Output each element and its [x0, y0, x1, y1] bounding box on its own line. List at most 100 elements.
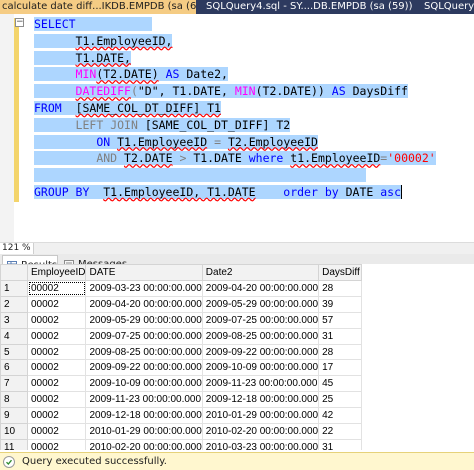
cell-date2[interactable]: 2009-07-25 00:00:00.000: [201, 311, 320, 329]
row-number[interactable]: 7: [0, 375, 28, 393]
tab-sqlquery1[interactable]: SQLQuery1: [414, 0, 474, 14]
code-line-2: T1.EmployeeID,: [34, 33, 474, 50]
code-line-9: AND T2.DATE > T1.DATE where t1.EmployeeI…: [34, 150, 474, 167]
row-number[interactable]: 10: [0, 423, 28, 440]
table-row[interactable]: 8 00002 2009-11-23 00:00:00.000 2009-12-…: [0, 391, 363, 409]
code-line-11: GROUP BY T1.EmployeeID, T1.DATE order by…: [34, 184, 403, 200]
cell-daysdiff[interactable]: 45: [318, 375, 363, 393]
table-row[interactable]: 1 00002 2009-03-23 00:00:00.000 2009-04-…: [0, 280, 363, 297]
column-header-daysdiff[interactable]: DaysDiff: [318, 264, 363, 281]
cell-daysdiff[interactable]: 17: [318, 359, 363, 377]
cell-daysdiff[interactable]: 28: [318, 280, 363, 297]
cell-date[interactable]: 2009-08-25 00:00:00.000: [85, 343, 203, 361]
query-editor[interactable]: − SELECT T1.EmployeeID, T1.DATE, MIN(T2.…: [0, 14, 474, 242]
code-line-8: ON T1.EmployeeID = T2.EmployeeID: [34, 134, 474, 151]
cell-employeeid[interactable]: 00002: [26, 343, 87, 361]
code-line-6: FROM [SAME_COL_DT_DIFF] T1: [34, 100, 221, 115]
cell-date[interactable]: 2010-01-29 00:00:00.000: [85, 423, 203, 440]
cell-date[interactable]: 2009-04-20 00:00:00.000: [85, 295, 203, 313]
column-header-date[interactable]: DATE: [85, 264, 203, 281]
query-status-bar: Query executed successfully.: [0, 452, 474, 470]
row-number[interactable]: 1: [0, 280, 28, 297]
row-number[interactable]: 8: [0, 391, 28, 409]
row-number[interactable]: 4: [0, 327, 28, 345]
success-check-icon: [3, 456, 15, 468]
code-line-3: T1.DATE,: [34, 50, 474, 67]
table-row[interactable]: 9 00002 2009-12-18 00:00:00.000 2010-01-…: [0, 407, 363, 425]
cell-daysdiff[interactable]: 31: [318, 438, 363, 450]
tab-label: SQLQuery4.sql - SY....DB.EMPDB (sa (59))…: [206, 1, 412, 12]
cell-daysdiff[interactable]: 42: [318, 407, 363, 425]
tab-label: calculate date diff...IKDB.EMPDB (sa (60…: [2, 1, 196, 12]
table-row[interactable]: 5 00002 2009-08-25 00:00:00.000 2009-09-…: [0, 343, 363, 361]
cell-date2[interactable]: 2009-05-29 00:00:00.000: [201, 295, 320, 313]
row-number[interactable]: 2: [0, 295, 28, 313]
table-row[interactable]: 3 00002 2009-05-29 00:00:00.000 2009-07-…: [0, 311, 363, 329]
row-number[interactable]: 6: [0, 359, 28, 377]
cell-date2[interactable]: 2009-09-22 00:00:00.000: [201, 343, 320, 361]
row-number[interactable]: 9: [0, 407, 28, 425]
table-row[interactable]: 11 00002 2010-02-20 00:00:00.000 2010-03…: [0, 438, 363, 450]
row-number-header[interactable]: [0, 264, 28, 281]
code-line-1: SELECT: [34, 16, 474, 33]
change-tracking-bar: [14, 18, 19, 202]
results-grid[interactable]: EmployeeID DATE Date2 DaysDiff 1 00002 2…: [0, 264, 474, 450]
cell-daysdiff[interactable]: 28: [318, 343, 363, 361]
table-row[interactable]: 6 00002 2009-09-22 00:00:00.000 2009-10-…: [0, 359, 363, 377]
cell-date2[interactable]: 2009-04-20 00:00:00.000: [201, 280, 320, 297]
code-line-5: DATEDIFF("D", T1.DATE, MIN(T2.DATE)) AS …: [34, 83, 474, 100]
zoom-level-dropdown[interactable]: 121 %: [0, 243, 34, 254]
row-number[interactable]: 11: [0, 438, 28, 450]
cell-daysdiff[interactable]: 31: [318, 327, 363, 345]
cell-date[interactable]: 2009-12-18 00:00:00.000: [85, 407, 203, 425]
table-row[interactable]: 7 00002 2009-10-09 00:00:00.000 2009-11-…: [0, 375, 363, 393]
cell-employeeid[interactable]: 00002: [26, 423, 87, 440]
cell-date[interactable]: 2009-10-09 00:00:00.000: [85, 375, 203, 393]
cell-employeeid[interactable]: 00002: [26, 311, 87, 329]
document-tab-bar: calculate date diff...IKDB.EMPDB (sa (60…: [0, 0, 474, 14]
tab-calculate-date-diff[interactable]: calculate date diff...IKDB.EMPDB (sa (60…: [0, 0, 196, 14]
table-row[interactable]: 10 00002 2010-01-29 00:00:00.000 2010-02…: [0, 423, 363, 440]
row-number[interactable]: 3: [0, 311, 28, 329]
column-header-employeeid[interactable]: EmployeeID: [26, 264, 87, 281]
cell-daysdiff[interactable]: 25: [318, 391, 363, 409]
cell-date2[interactable]: 2010-03-23 00:00:00.000: [201, 438, 320, 450]
status-message: Query executed successfully.: [22, 456, 167, 467]
cell-date2[interactable]: 2009-12-18 00:00:00.000: [201, 391, 320, 409]
table-row[interactable]: 2 00002 2009-04-20 00:00:00.000 2009-05-…: [0, 295, 363, 313]
results-table: EmployeeID DATE Date2 DaysDiff 1 00002 2…: [0, 264, 363, 450]
cell-date[interactable]: 2009-09-22 00:00:00.000: [85, 359, 203, 377]
editor-horizontal-scrollbar[interactable]: 121 %: [0, 242, 474, 254]
code-line-4: MIN(T2.DATE) AS Date2,: [34, 66, 474, 83]
cell-employeeid[interactable]: 00002: [26, 295, 87, 313]
cell-daysdiff[interactable]: 22: [318, 423, 363, 440]
cell-date[interactable]: 2009-03-23 00:00:00.000: [85, 280, 203, 297]
code-line-7: LEFT JOIN [SAME_COL_DT_DIFF] T2: [34, 117, 474, 134]
cell-employeeid[interactable]: 00002: [26, 375, 87, 393]
cell-date2[interactable]: 2010-01-29 00:00:00.000: [201, 407, 320, 425]
table-row[interactable]: 4 00002 2009-07-25 00:00:00.000 2009-08-…: [0, 327, 363, 345]
sql-code[interactable]: SELECT T1.EmployeeID, T1.DATE, MIN(T2.DA…: [34, 16, 474, 201]
tab-sqlquery4[interactable]: SQLQuery4.sql - SY....DB.EMPDB (sa (59))…: [198, 0, 412, 14]
cell-employeeid[interactable]: 00002: [26, 280, 87, 297]
table-header-row: EmployeeID DATE Date2 DaysDiff: [0, 264, 363, 281]
column-header-date2[interactable]: Date2: [201, 264, 320, 281]
cell-daysdiff[interactable]: 39: [318, 295, 363, 313]
code-line-10: [34, 167, 474, 184]
cell-date[interactable]: 2009-05-29 00:00:00.000: [85, 311, 203, 329]
cell-date[interactable]: 2010-02-20 00:00:00.000: [85, 438, 203, 450]
cell-employeeid[interactable]: 00002: [26, 438, 87, 450]
collapse-toggle-icon[interactable]: −: [15, 18, 24, 27]
cell-date2[interactable]: 2009-11-23 00:00:00.000: [201, 375, 320, 393]
cell-employeeid[interactable]: 00002: [26, 359, 87, 377]
cell-daysdiff[interactable]: 57: [318, 311, 363, 329]
cell-date2[interactable]: 2009-08-25 00:00:00.000: [201, 327, 320, 345]
row-number[interactable]: 5: [0, 343, 28, 361]
cell-date[interactable]: 2009-11-23 00:00:00.000: [85, 391, 203, 409]
cell-date2[interactable]: 2010-02-20 00:00:00.000: [201, 423, 320, 440]
cell-employeeid[interactable]: 00002: [26, 327, 87, 345]
cell-employeeid[interactable]: 00002: [26, 391, 87, 409]
cell-date[interactable]: 2009-07-25 00:00:00.000: [85, 327, 203, 345]
cell-date2[interactable]: 2009-10-09 00:00:00.000: [201, 359, 320, 377]
cell-employeeid[interactable]: 00002: [26, 407, 87, 425]
